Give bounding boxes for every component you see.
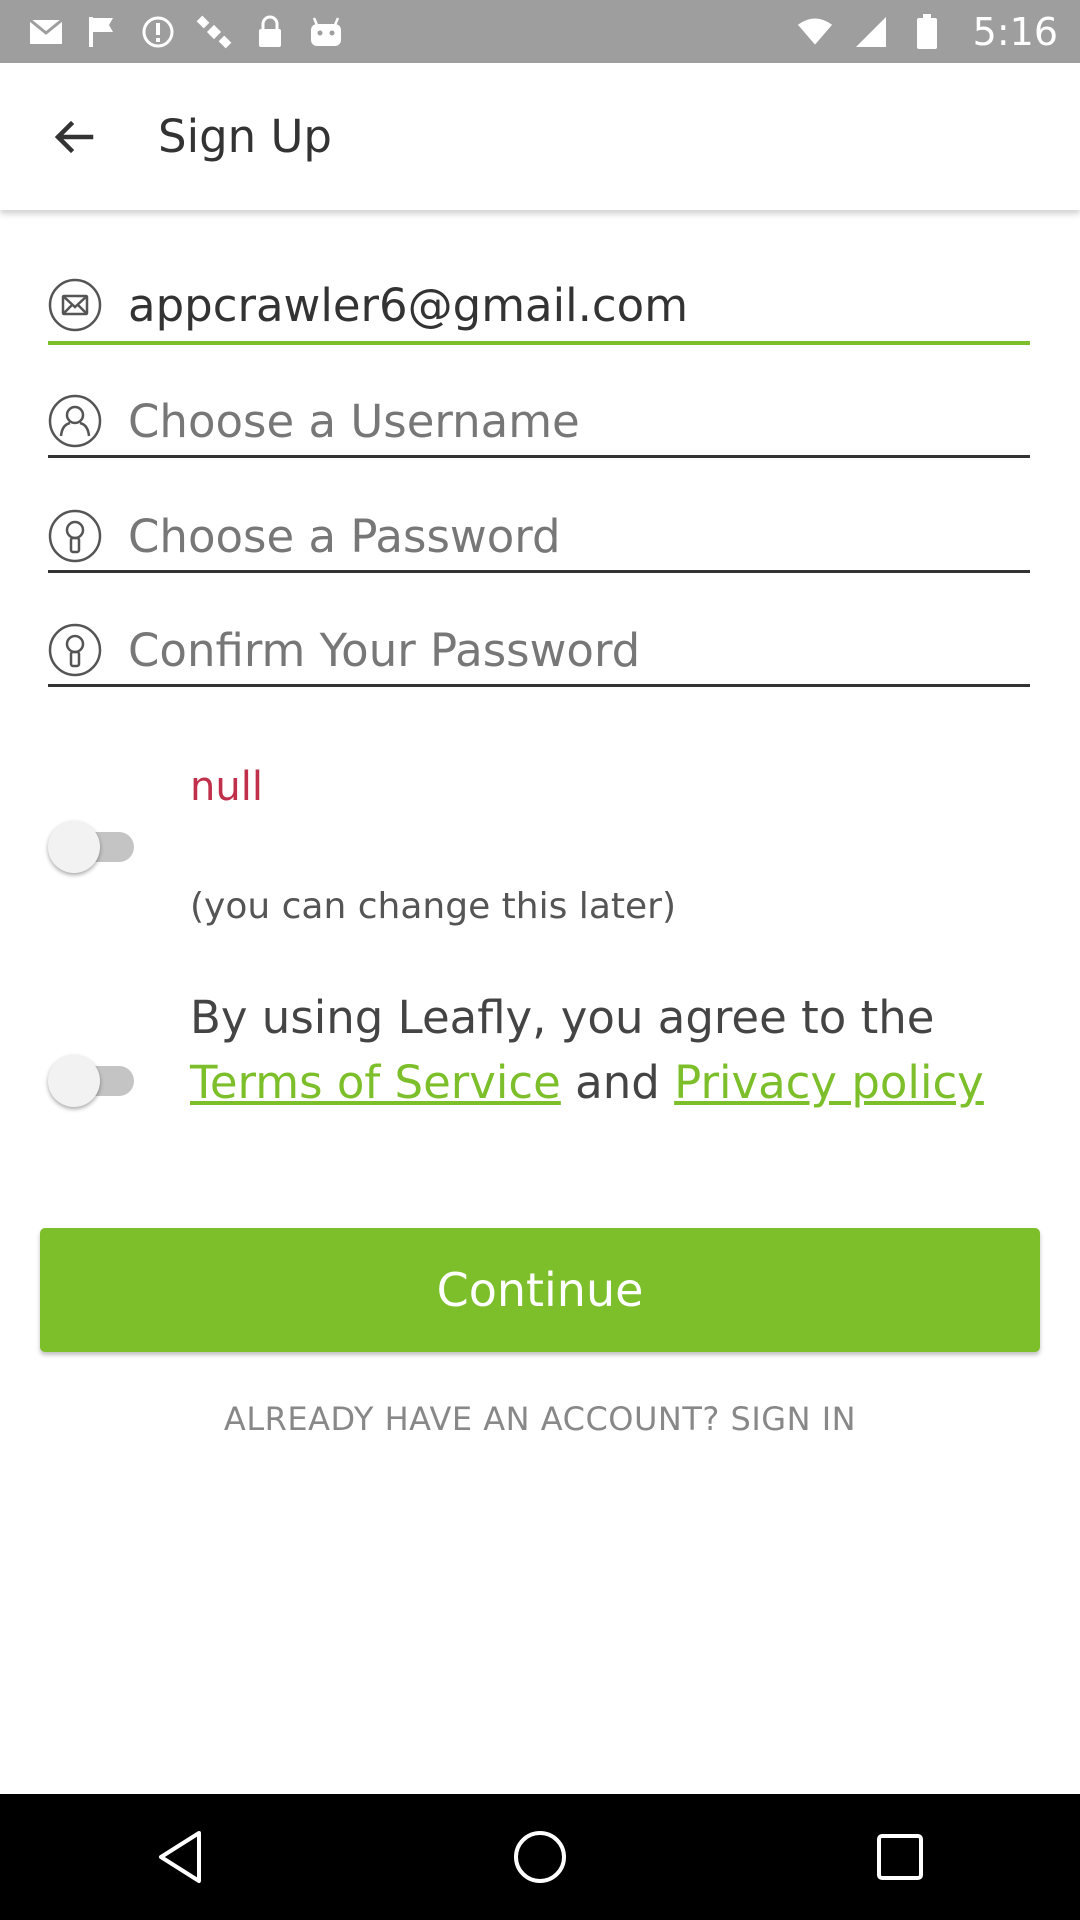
lock-icon — [48, 509, 102, 563]
username-underline — [48, 455, 1030, 458]
toggle-thumb — [48, 1055, 100, 1107]
privacy-policy-link[interactable]: Privacy policy — [674, 1056, 984, 1109]
email-value: appcrawler6@gmail.com — [128, 278, 689, 332]
terms-text: By using Leafly, you agree to the Terms … — [190, 985, 1050, 1115]
terms-prefix: By using Leafly, you agree to the — [190, 991, 935, 1044]
status-time: 5:16 — [972, 9, 1058, 54]
password-field[interactable]: Choose a Password — [48, 505, 1030, 567]
home-circle-icon — [514, 1831, 566, 1883]
toggle-label: null — [190, 764, 263, 810]
navigation-bar — [0, 1794, 1080, 1920]
status-bar: 5:16 — [0, 0, 1080, 63]
app-bar: Sign Up — [0, 63, 1080, 210]
confirm-password-placeholder: Confirm Your Password — [128, 623, 641, 677]
lock-icon — [252, 14, 288, 50]
satellite-icon — [196, 14, 232, 50]
page-title: Sign Up — [158, 110, 332, 163]
email-underline — [48, 341, 1030, 345]
toggle-thumb — [48, 821, 100, 873]
sign-in-link[interactable]: ALREADY HAVE AN ACCOUNT? SIGN IN — [0, 1400, 1080, 1438]
confirm-password-underline — [48, 684, 1030, 687]
password-underline — [48, 570, 1030, 573]
terms-joiner: and — [575, 1056, 660, 1109]
toggle-hint: (you can change this later) — [190, 886, 676, 927]
user-icon — [48, 394, 102, 448]
back-triangle-icon — [159, 1831, 201, 1883]
nav-back-button[interactable] — [120, 1807, 240, 1907]
battery-icon — [909, 13, 945, 50]
confirm-password-field[interactable]: Confirm Your Password — [48, 619, 1030, 681]
lock-icon — [48, 623, 102, 677]
recents-square-icon — [877, 1834, 923, 1880]
continue-button[interactable]: Continue — [40, 1228, 1040, 1352]
mail-icon — [48, 278, 102, 332]
back-button[interactable] — [23, 87, 123, 187]
username-field[interactable]: Choose a Username — [48, 390, 1030, 452]
terms-of-service-link[interactable]: Terms of Service — [190, 1056, 561, 1109]
password-placeholder: Choose a Password — [128, 509, 561, 563]
preference-toggle[interactable] — [48, 816, 140, 876]
system-icons: 5:16 — [797, 10, 1058, 54]
nav-recents-button[interactable] — [840, 1807, 960, 1907]
android-icon — [308, 14, 344, 50]
nav-home-button[interactable] — [480, 1807, 600, 1907]
arrow-back-icon — [54, 120, 94, 153]
signal-icon — [853, 14, 889, 50]
terms-toggle[interactable] — [48, 1050, 140, 1110]
alert-icon — [140, 14, 176, 50]
wifi-icon — [797, 14, 833, 50]
email-field[interactable]: appcrawler6@gmail.com — [48, 274, 1030, 336]
flag-icon — [84, 14, 120, 50]
notification-icons — [28, 14, 344, 50]
mail-icon — [28, 14, 64, 50]
username-placeholder: Choose a Username — [128, 394, 580, 448]
